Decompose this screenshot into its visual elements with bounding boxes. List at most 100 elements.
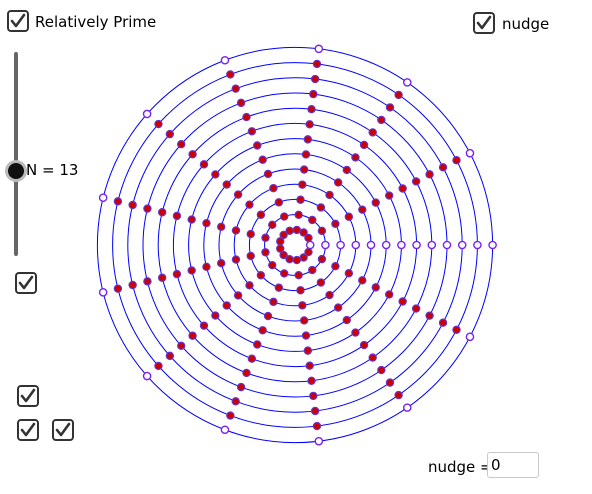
residue-dot bbox=[385, 191, 394, 200]
residue-dot bbox=[165, 351, 175, 361]
residue-dot bbox=[298, 301, 307, 310]
residue-dot bbox=[231, 84, 240, 93]
residue-dot bbox=[258, 155, 267, 164]
residue-dot bbox=[333, 303, 343, 312]
residue-dot bbox=[331, 219, 340, 229]
residue-dot bbox=[113, 284, 123, 293]
residue-dot bbox=[310, 74, 320, 84]
residue-dot bbox=[280, 269, 289, 278]
residue-dot bbox=[211, 311, 220, 320]
residue-dot bbox=[202, 218, 211, 228]
residue-dot bbox=[274, 198, 284, 207]
residue-dot bbox=[452, 156, 461, 165]
residue-dot bbox=[351, 153, 360, 162]
residue-dot bbox=[314, 44, 324, 54]
residue-dot bbox=[217, 258, 226, 268]
residue-dot bbox=[301, 150, 311, 159]
residue-dot bbox=[253, 141, 262, 150]
residue-dot bbox=[247, 354, 257, 363]
residue-dot bbox=[177, 341, 186, 350]
residue-dot bbox=[298, 180, 307, 189]
residue-dot bbox=[342, 315, 352, 325]
residue-dot bbox=[452, 325, 461, 334]
residue-dot bbox=[294, 210, 303, 220]
residue-dot bbox=[385, 103, 395, 112]
residue-dot bbox=[351, 240, 361, 250]
residue-dot bbox=[269, 297, 278, 307]
residue-dot bbox=[98, 287, 108, 297]
residue-dot bbox=[231, 255, 241, 264]
residue-dot bbox=[276, 237, 285, 246]
residue-dot bbox=[98, 193, 108, 203]
residue-dot bbox=[402, 403, 412, 412]
residue-dot bbox=[371, 283, 380, 292]
residue-dot bbox=[303, 135, 313, 144]
residue-dot bbox=[377, 365, 386, 375]
ring-11 bbox=[127, 77, 463, 413]
residue-dot bbox=[274, 283, 284, 292]
residue-dot bbox=[398, 184, 407, 193]
residue-dot bbox=[280, 212, 289, 221]
residue-dot bbox=[303, 346, 313, 355]
residue-dot bbox=[199, 321, 209, 330]
residue-dot bbox=[308, 265, 317, 275]
residue-dot bbox=[310, 406, 320, 416]
residue-dot bbox=[368, 128, 377, 137]
residue-dot bbox=[245, 281, 254, 290]
residue-dot bbox=[231, 397, 240, 406]
residue-dot bbox=[377, 115, 386, 125]
residue-dot bbox=[366, 240, 376, 250]
residue-dot bbox=[411, 177, 421, 186]
residue-dot bbox=[165, 129, 175, 139]
residue-dot bbox=[312, 59, 322, 69]
residue-dot bbox=[268, 220, 277, 230]
residue-dot bbox=[358, 205, 367, 214]
residue-dot bbox=[263, 169, 273, 179]
residue-dot bbox=[309, 89, 318, 99]
residue-dot bbox=[351, 328, 360, 337]
residue-dot bbox=[231, 226, 241, 235]
residue-dot bbox=[381, 240, 391, 250]
residue-dot bbox=[299, 316, 309, 325]
residue-dot bbox=[368, 353, 377, 362]
residue-dot bbox=[113, 197, 123, 206]
residue-dot bbox=[263, 311, 273, 321]
residue-dot bbox=[344, 269, 354, 278]
residue-dot bbox=[233, 291, 243, 300]
residue-dot bbox=[143, 204, 152, 213]
residue-dot bbox=[246, 229, 255, 239]
residue-dot bbox=[305, 361, 314, 370]
residue-dot bbox=[317, 254, 327, 264]
residue-dot bbox=[188, 150, 197, 159]
residue-dot bbox=[308, 215, 317, 225]
residue-dot bbox=[473, 240, 482, 250]
residue-dot bbox=[314, 436, 324, 446]
residue-dot bbox=[398, 297, 407, 306]
residue-dot bbox=[285, 255, 294, 264]
residue-dot bbox=[236, 382, 246, 392]
residue-dot bbox=[402, 78, 412, 87]
residue-dot bbox=[325, 290, 334, 300]
residue-dot bbox=[258, 326, 267, 335]
residue-dot bbox=[143, 277, 152, 286]
concentric-rings-diagram bbox=[96, 44, 497, 446]
ring-8 bbox=[172, 122, 418, 368]
residue-dot bbox=[268, 260, 277, 270]
residue-dot bbox=[222, 301, 231, 310]
residue-dot bbox=[246, 251, 255, 261]
residue-dot bbox=[220, 55, 230, 65]
residue-dot bbox=[202, 262, 211, 272]
residue-dot bbox=[187, 266, 196, 275]
residue-dot bbox=[307, 104, 316, 114]
residue-dot bbox=[427, 240, 437, 250]
residue-dot bbox=[397, 240, 406, 250]
residue-dot bbox=[242, 368, 251, 378]
residue-dot bbox=[333, 178, 343, 187]
residue-dot bbox=[304, 247, 313, 257]
residue-dot bbox=[220, 425, 230, 435]
residue-dot bbox=[359, 140, 369, 150]
residue-dot bbox=[292, 255, 302, 265]
ring-9 bbox=[157, 107, 433, 383]
residue-dot bbox=[177, 140, 186, 149]
residue-dot bbox=[316, 203, 326, 212]
